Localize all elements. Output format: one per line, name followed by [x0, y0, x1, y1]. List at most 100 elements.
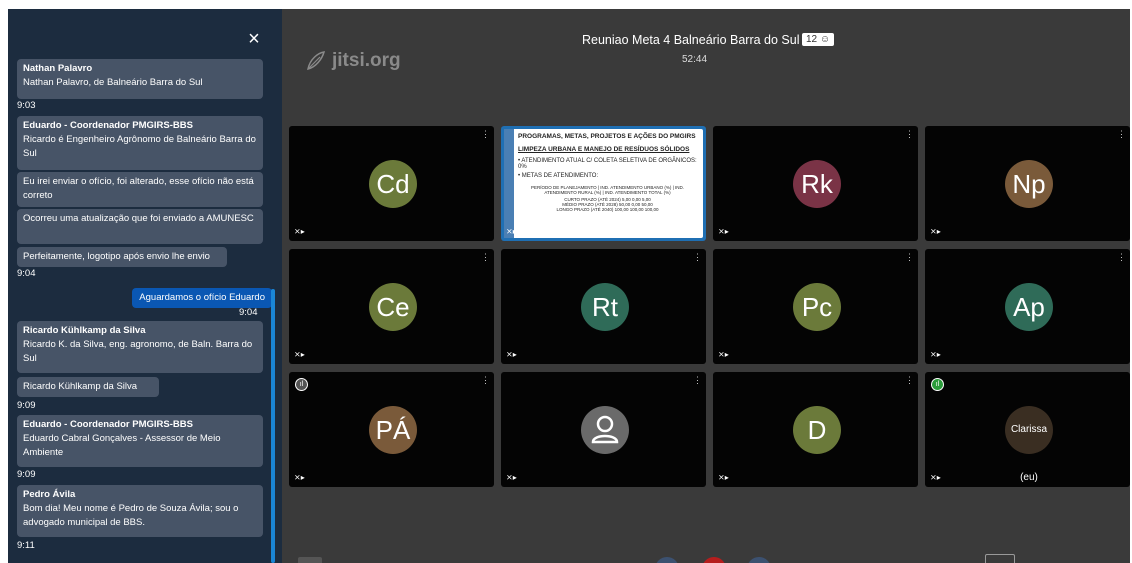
- chat-text: Ricardo é Engenheiro Agrônomo de Balneár…: [23, 134, 256, 159]
- own-chat-message: Aguardamos o ofício Eduardo: [132, 288, 272, 308]
- chat-sender: Ricardo Kühlkamp da Silva: [23, 325, 146, 336]
- chat-sender: Pedro Ávila: [23, 489, 76, 500]
- close-chat-icon[interactable]: ×: [246, 29, 262, 49]
- participant-tile-self[interactable]: ıl Clarissa (eu) ⨯▸: [925, 372, 1130, 487]
- participants-icon: ☺: [819, 34, 831, 45]
- mic-muted-icon: ⨯▸: [506, 473, 517, 482]
- jitsi-leaf-icon: [307, 51, 326, 71]
- avatar: D: [793, 406, 841, 454]
- participant-tile[interactable]: Ce ⋮ ⨯▸: [289, 249, 494, 364]
- default-avatar: [581, 406, 629, 454]
- participant-count: 12: [806, 34, 818, 45]
- chat-sender: Eduardo - Coordenador PMGIRS-BBS: [23, 419, 193, 430]
- chat-text: Bom dia! Meu nome é Pedro de Souza Ávila…: [23, 503, 239, 528]
- slide-line: • ATENDIMENTO ATUAL C/ COLETA SELETIVA D…: [518, 158, 697, 170]
- chat-message: Ricardo Kühlkamp da Silva Ricardo K. da …: [17, 321, 263, 373]
- chat-message: Nathan Palavro Nathan Palavro, de Balneá…: [17, 59, 263, 99]
- mic-muted-icon: ⨯▸: [718, 350, 729, 359]
- participant-tile[interactable]: ⋮ ⨯▸: [501, 372, 706, 487]
- chat-text: Ocorreu uma atualização que foi enviado …: [23, 213, 254, 224]
- shared-slide: PROGRAMAS, METAS, PROJETOS E AÇÕES DO PM…: [504, 129, 703, 238]
- chat-time: 9:11: [17, 540, 35, 551]
- avatar: PÁ: [369, 406, 417, 454]
- microphone-button[interactable]: [655, 557, 679, 563]
- mic-muted-icon: ⨯▸: [718, 227, 729, 236]
- slide-table-header: PERÍODO DE PLANEJAMENTO | IND. ATENDIMEN…: [530, 185, 685, 195]
- chat-text: Eduardo Cabral Gonçalves - Assessor de M…: [23, 433, 221, 458]
- hangup-button[interactable]: [702, 557, 726, 563]
- jitsi-meeting-window: × Nathan Palavro Nathan Palavro, de Baln…: [8, 9, 1130, 563]
- tile-menu-icon[interactable]: ⋮: [905, 129, 914, 140]
- mic-muted-icon: ⨯▸: [294, 227, 305, 236]
- chat-text: Ricardo Kühlkamp da Silva: [23, 381, 138, 392]
- chat-time: 9:09: [17, 400, 36, 411]
- chat-message: Eu irei enviar o ofício, foi alterado, e…: [17, 172, 263, 207]
- chat-text: Ricardo K. da Silva, eng. agronomo, de B…: [23, 339, 253, 364]
- participant-tile[interactable]: Pc ⋮ ⨯▸: [713, 249, 918, 364]
- tile-menu-icon[interactable]: ⋮: [693, 375, 702, 386]
- avatar: Cd: [369, 160, 417, 208]
- participant-tile[interactable]: Cd ⋮ ⨯▸: [289, 126, 494, 241]
- tile-menu-icon[interactable]: ⋮: [1117, 129, 1126, 140]
- mic-muted-icon: ⨯▸: [294, 473, 305, 482]
- tile-menu-icon[interactable]: ⋮: [1117, 252, 1126, 263]
- chat-message: Eduardo - Coordenador PMGIRS-BBS Eduardo…: [17, 415, 263, 467]
- slide-sidebar: [504, 129, 514, 238]
- participant-tile[interactable]: D ⋮ ⨯▸: [713, 372, 918, 487]
- logo-text: jitsi.org: [332, 50, 401, 71]
- chat-sender: Nathan Palavro: [23, 63, 93, 74]
- participant-tile[interactable]: Rt ⋮ ⨯▸: [501, 249, 706, 364]
- participant-tile-screenshare[interactable]: PROGRAMAS, METAS, PROJETOS E AÇÕES DO PM…: [501, 126, 706, 241]
- chat-text: Perfeitamente, logotipo após envio lhe e…: [23, 251, 210, 262]
- tile-menu-icon[interactable]: ⋮: [481, 375, 490, 386]
- participant-tile[interactable]: Rk ⋮ ⨯▸: [713, 126, 918, 241]
- mic-muted-icon: ⨯▸: [930, 350, 941, 359]
- chat-message: Perfeitamente, logotipo após envio lhe e…: [17, 247, 227, 267]
- video-stage: jitsi.org Reuniao Meta 4 Balneário Barra…: [282, 9, 1130, 563]
- slide-table-row: LONGO PRAZO (ATÉ 2040) 100,00 100,00 100…: [556, 207, 659, 212]
- self-avatar: Clarissa (eu): [1005, 406, 1053, 483]
- mic-muted-icon: ⨯▸: [294, 350, 305, 359]
- camera-button[interactable]: [747, 557, 771, 563]
- participant-tile[interactable]: Ap ⋮ ⨯▸: [925, 249, 1130, 364]
- chat-time: 9:03: [17, 100, 36, 111]
- chat-message: Eduardo - Coordenador PMGIRS-BBS Ricardo…: [17, 116, 263, 170]
- chat-message: Ricardo Kühlkamp da Silva: [17, 377, 159, 397]
- toolbar-left-button[interactable]: [298, 557, 322, 563]
- mic-muted-icon: ⨯▸: [506, 350, 517, 359]
- connection-indicator-icon[interactable]: ıl: [931, 378, 944, 391]
- tile-menu-icon[interactable]: ⋮: [905, 375, 914, 386]
- tile-menu-icon[interactable]: ⋮: [693, 252, 702, 263]
- mic-muted-icon: ⨯▸: [718, 473, 729, 482]
- avatar: Rt: [581, 283, 629, 331]
- chat-sender: Eduardo - Coordenador PMGIRS-BBS: [23, 120, 193, 131]
- chat-time: 9:09: [17, 469, 36, 480]
- mic-muted-icon: ⨯▸: [506, 227, 517, 236]
- user-icon: [591, 415, 619, 444]
- participant-tile[interactable]: ıl PÁ ⋮ ⨯▸: [289, 372, 494, 487]
- slide-subtitle: LIMPEZA URBANA E MANEJO DE RESÍDUOS SÓLI…: [518, 146, 690, 153]
- slide-title: PROGRAMAS, METAS, PROJETOS E AÇÕES DO PM…: [518, 133, 696, 140]
- chat-panel: × Nathan Palavro Nathan Palavro, de Baln…: [8, 9, 282, 563]
- connection-indicator-icon[interactable]: ıl: [295, 378, 308, 391]
- tile-menu-icon[interactable]: ⋮: [481, 129, 490, 140]
- participant-count-badge[interactable]: 12 ☺: [802, 33, 835, 46]
- chat-message: Pedro Ávila Bom dia! Meu nome é Pedro de…: [17, 485, 263, 537]
- tile-menu-icon[interactable]: ⋮: [481, 252, 490, 263]
- chat-message: Ocorreu uma atualização que foi enviado …: [17, 209, 263, 244]
- meeting-timer: 52:44: [682, 54, 708, 65]
- meeting-title: Reuniao Meta 4 Balneário Barra do Sul: [582, 33, 800, 47]
- tile-menu-icon[interactable]: ⋮: [905, 252, 914, 263]
- mic-muted-icon: ⨯▸: [930, 227, 941, 236]
- chat-text: Nathan Palavro, de Balneário Barra do Su…: [23, 77, 203, 88]
- slide-line: • METAS DE ATENDIMENTO:: [518, 173, 599, 179]
- self-label: Clarissa (eu): [1010, 424, 1048, 483]
- participant-tile[interactable]: Np ⋮ ⨯▸: [925, 126, 1130, 241]
- chat-time: 9:04: [17, 268, 36, 279]
- tile-view-button[interactable]: [985, 554, 1015, 563]
- avatar: Ap: [1005, 283, 1053, 331]
- chat-time: 9:04: [239, 307, 258, 318]
- avatar: Rk: [793, 160, 841, 208]
- chat-scrollbar[interactable]: [271, 289, 275, 563]
- mic-muted-icon: ⨯▸: [930, 473, 941, 482]
